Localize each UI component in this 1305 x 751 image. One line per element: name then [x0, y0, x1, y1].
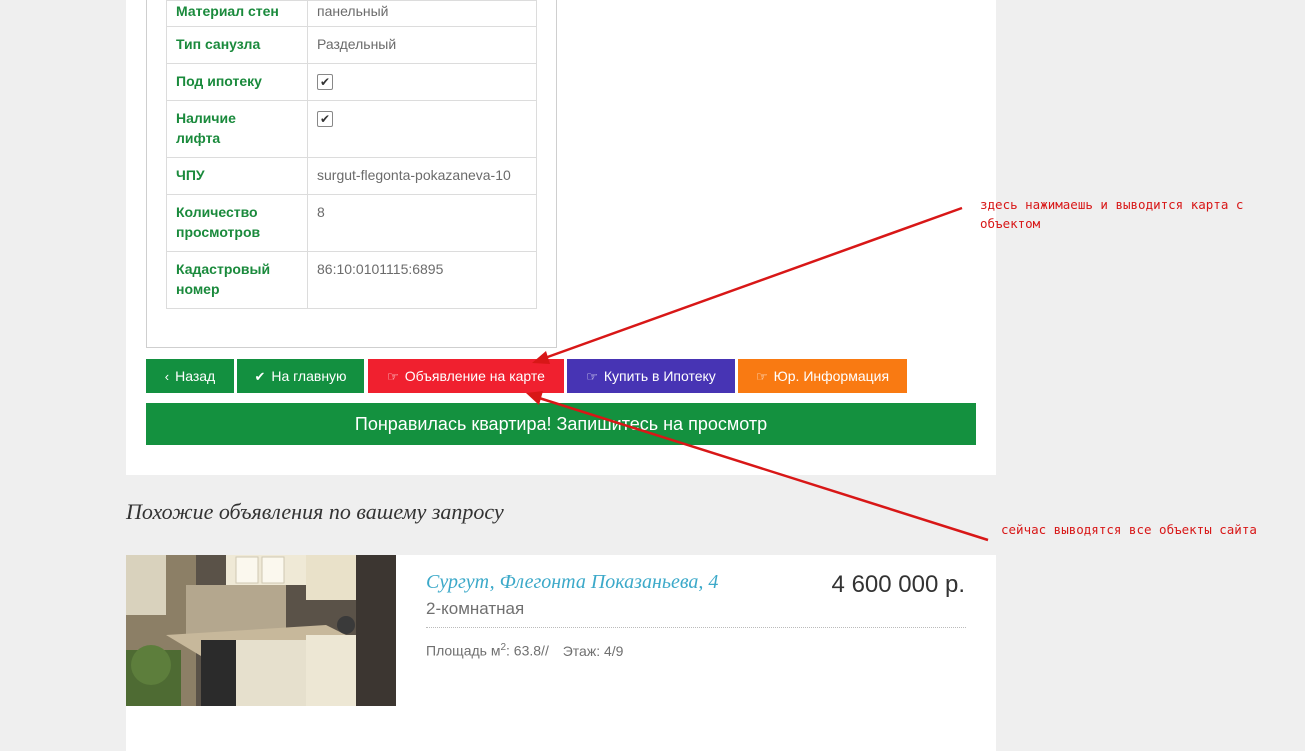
arrowhead-icon — [526, 391, 543, 405]
arrow-to-map-button — [541, 206, 963, 361]
arrowhead-icon — [532, 351, 550, 364]
annotation-map-note: здесь нажимаешь и выводится карта с объе… — [980, 197, 1244, 231]
annotation-arrows — [526, 206, 989, 542]
arrow-from-listing-note — [535, 395, 989, 542]
annotation-listing-note: сейчас выводятся все объекты сайта — [1001, 522, 1257, 537]
